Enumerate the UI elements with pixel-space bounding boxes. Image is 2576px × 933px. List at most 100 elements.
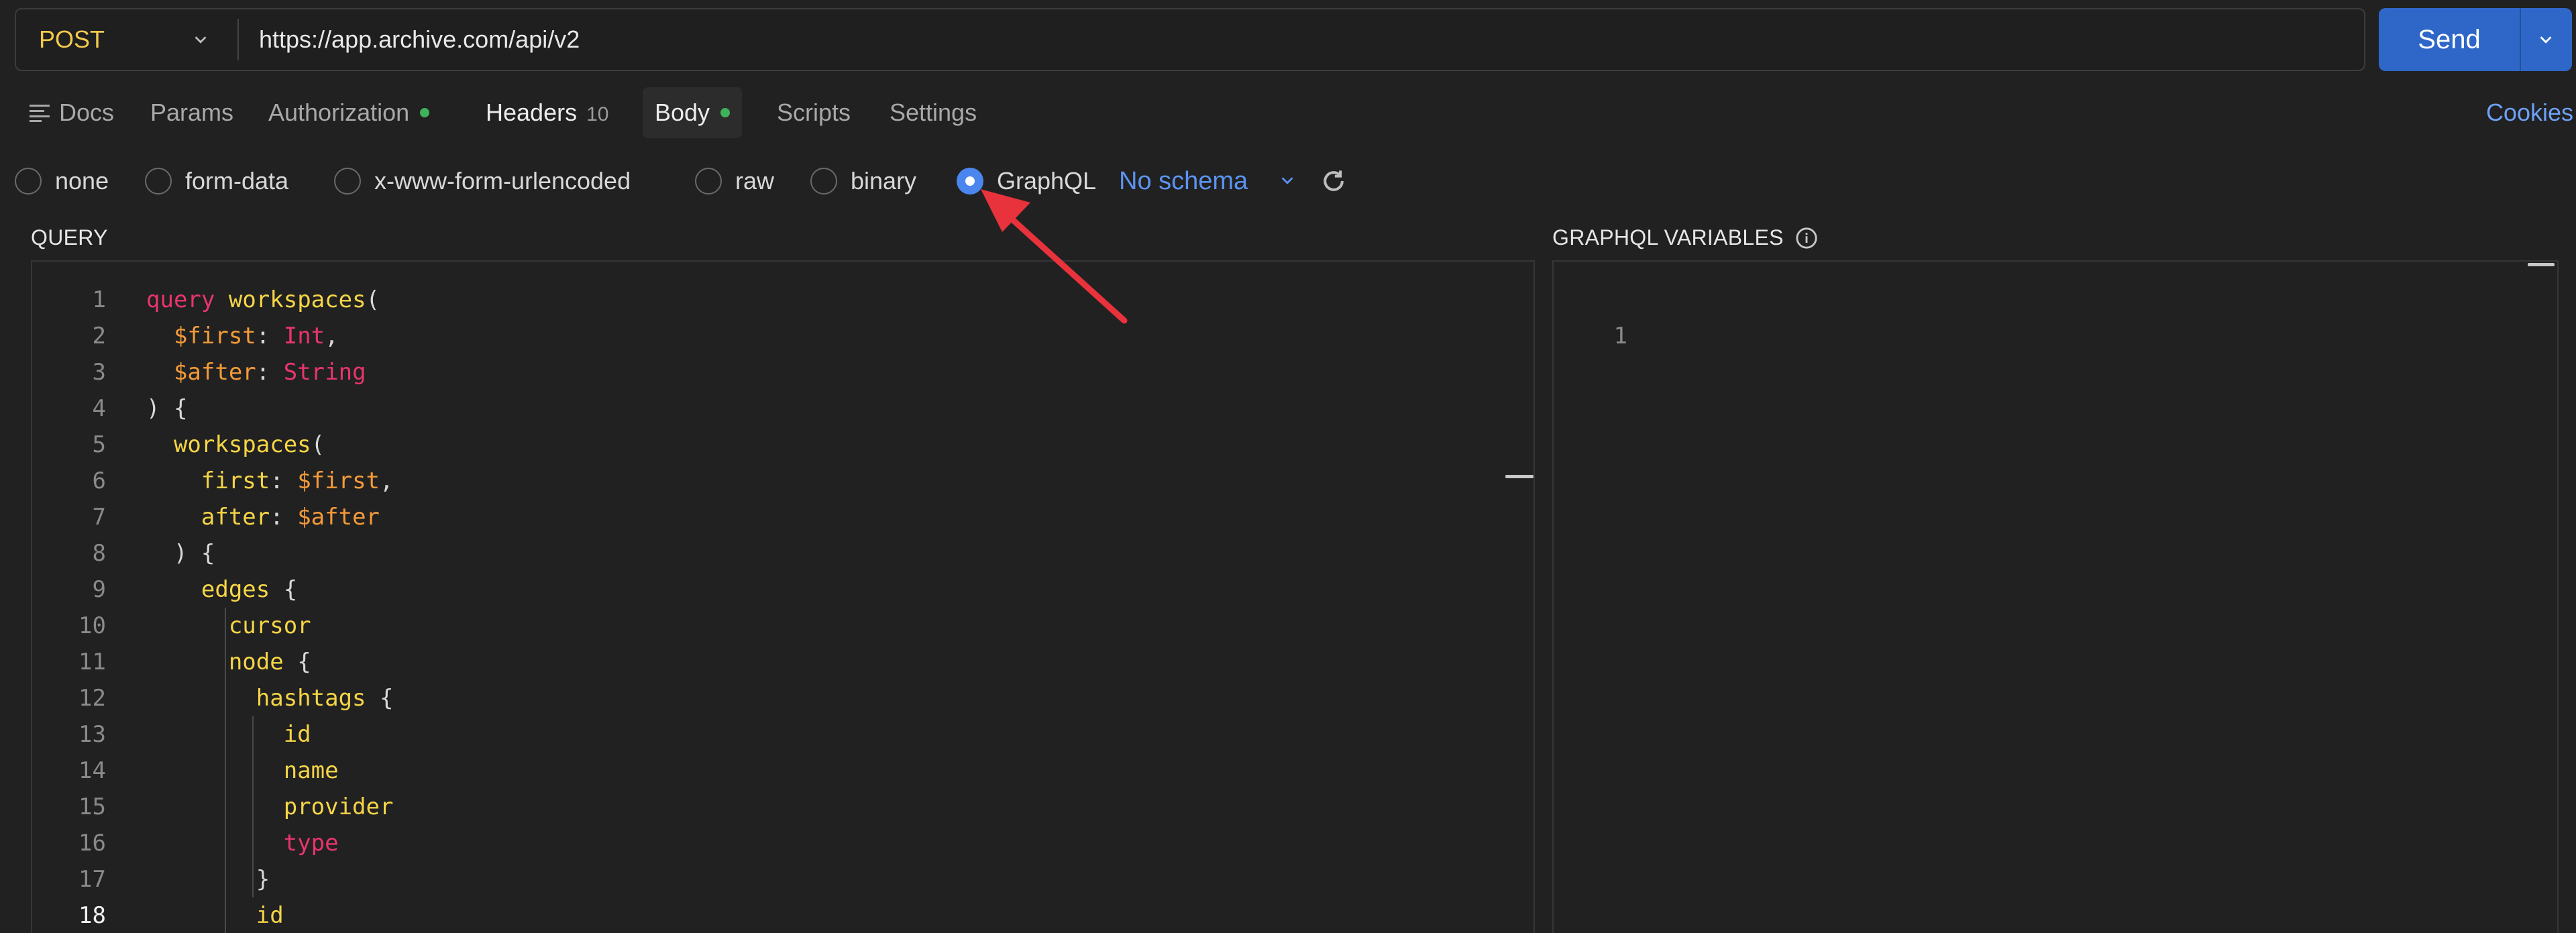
- radio-none[interactable]: none: [15, 156, 109, 207]
- line-number: 11: [78, 649, 106, 675]
- code-line: 4 ) {: [32, 390, 1534, 427]
- radio-button[interactable]: [334, 168, 361, 195]
- tab-label: Authorization: [268, 99, 410, 126]
- radio-button[interactable]: [810, 168, 837, 195]
- chevron-down-icon[interactable]: [2536, 30, 2556, 50]
- radio-label: binary: [851, 167, 917, 195]
- radio-binary[interactable]: binary: [810, 156, 916, 207]
- radio-form-data[interactable]: form-data: [145, 156, 288, 207]
- line-number: 1: [92, 286, 106, 313]
- radio-x-www-form-urlencoded[interactable]: x-www-form-urlencoded: [334, 156, 631, 207]
- tab-label: Body: [655, 99, 710, 126]
- line-number: 1: [1613, 323, 1627, 349]
- code-text: name: [283, 757, 339, 784]
- scrollbar-marker[interactable]: [2528, 263, 2555, 266]
- radio-button-selected[interactable]: [957, 168, 983, 195]
- tab-settings[interactable]: Settings: [890, 87, 977, 138]
- code-text: $after: String: [173, 359, 366, 386]
- divider: [237, 19, 239, 60]
- code-text: ) {: [146, 395, 188, 422]
- query-editor[interactable]: 1 query workspaces(2 $first: Int, 3 $after…: [31, 260, 1535, 933]
- code-line: 15 provider: [32, 789, 1534, 825]
- code-text: id: [256, 902, 284, 929]
- code-text: type: [283, 830, 339, 857]
- chevron-down-icon[interactable]: [1277, 170, 1297, 190]
- radio-label: form-data: [185, 167, 289, 195]
- code-line: 11 node {: [32, 644, 1534, 680]
- tab-headers[interactable]: Headers 10: [486, 87, 608, 138]
- code-line: 10 cursor: [32, 608, 1534, 644]
- cookies-link[interactable]: Cookies: [2486, 87, 2573, 138]
- code-text: node {: [228, 649, 311, 675]
- line-number: 5: [92, 431, 106, 458]
- radio-button[interactable]: [15, 168, 42, 195]
- headers-count-badge: 10: [586, 103, 609, 125]
- code-text: query workspaces(: [146, 286, 380, 313]
- line-number: 17: [78, 866, 106, 893]
- code-text: provider: [283, 793, 394, 820]
- tab-scripts[interactable]: Scripts: [777, 87, 851, 138]
- radio-label: raw: [735, 167, 775, 195]
- chevron-down-icon[interactable]: [191, 30, 211, 50]
- code-line: 3 $after: String: [32, 354, 1534, 390]
- tab-body[interactable]: Body: [643, 87, 743, 138]
- code-line: 17 }: [32, 861, 1534, 897]
- variables-editor[interactable]: 1: [1552, 260, 2559, 933]
- line-number: 15: [78, 793, 106, 820]
- send-button[interactable]: Send: [2379, 8, 2520, 71]
- docs-icon[interactable]: [30, 103, 51, 122]
- code-line: 13 id: [32, 716, 1534, 753]
- request-tabs: Docs Params Authorization Headers 10 Body…: [0, 87, 2576, 138]
- line-number: 9: [92, 576, 106, 603]
- code-line: 1: [1554, 282, 2557, 349]
- code-text: first: $first,: [201, 468, 394, 494]
- line-number: 13: [78, 721, 106, 748]
- code-line: 18 id: [32, 897, 1534, 933]
- line-number: 14: [78, 757, 106, 784]
- code-line: 8 ) {: [32, 535, 1534, 571]
- send-button-group: Send: [2379, 8, 2572, 71]
- code-line: 7 after: $after: [32, 499, 1534, 535]
- radio-graphql[interactable]: GraphQL: [957, 156, 1096, 207]
- line-number: 4: [92, 395, 106, 422]
- tab-docs[interactable]: Docs: [59, 87, 114, 138]
- code-line: 2 $first: Int,: [32, 318, 1534, 354]
- line-number: 7: [92, 504, 106, 531]
- line-number: 10: [78, 612, 106, 639]
- code-line: 9 edges {: [32, 571, 1534, 608]
- code-line: 6 first: $first,: [32, 463, 1534, 499]
- radio-button[interactable]: [695, 168, 722, 195]
- radio-label: GraphQL: [997, 167, 1097, 195]
- code-text: $first: Int,: [173, 323, 339, 349]
- radio-raw[interactable]: raw: [695, 156, 774, 207]
- line-number: 16: [78, 830, 106, 857]
- method-select[interactable]: POST: [39, 9, 105, 70]
- schema-select[interactable]: No schema: [1119, 156, 1248, 207]
- line-number: 3: [92, 359, 106, 386]
- query-panel-title: QUERY: [31, 225, 108, 250]
- indent-guide: [225, 608, 226, 933]
- info-icon[interactable]: [1795, 227, 1818, 250]
- tab-params[interactable]: Params: [150, 87, 233, 138]
- indent-guide: [252, 716, 254, 897]
- code-text: edges {: [201, 576, 298, 603]
- line-number: 12: [78, 685, 106, 712]
- radio-button[interactable]: [145, 168, 172, 195]
- code-text: ) {: [146, 540, 215, 567]
- code-line: 16 type: [32, 825, 1534, 861]
- radio-label: none: [55, 167, 109, 195]
- code-line: 5 workspaces(: [32, 427, 1534, 463]
- code-line: 14 name: [32, 753, 1534, 789]
- radio-label: x-www-form-urlencoded: [374, 167, 631, 195]
- line-number: 6: [92, 468, 106, 494]
- code-text: after: $after: [201, 504, 380, 531]
- line-number: 2: [92, 323, 106, 349]
- scrollbar-marker[interactable]: [1505, 475, 1534, 478]
- code-line: 12 hashtags {: [32, 680, 1534, 716]
- code-text: hashtags {: [256, 685, 394, 712]
- tab-authorization[interactable]: Authorization: [268, 87, 430, 138]
- refresh-icon[interactable]: [1319, 166, 1348, 196]
- line-number: 8: [92, 540, 106, 567]
- url-input[interactable]: https://app.archive.com/api/v2: [259, 9, 580, 70]
- status-dot: [720, 108, 731, 118]
